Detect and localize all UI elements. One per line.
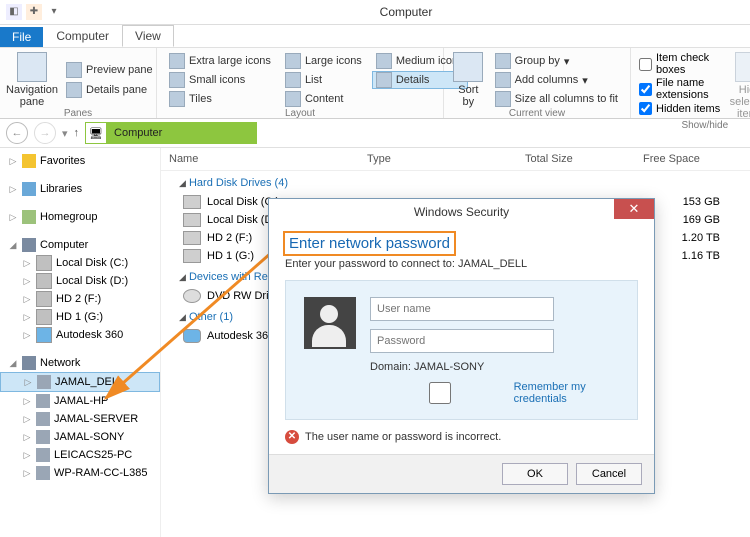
tree-drive[interactable]: ▷HD 1 (G:) bbox=[0, 308, 160, 326]
column-headers[interactable]: Name Type Total Size Free Space bbox=[161, 148, 750, 171]
group-by-button[interactable]: Group by ▾ bbox=[491, 52, 622, 70]
drive-icon bbox=[183, 195, 201, 209]
tree-network-pc[interactable]: ▷JAMAL-SONY bbox=[0, 428, 160, 446]
window-title: Computer bbox=[62, 5, 750, 19]
quick-access-toolbar: ◧ ✚ ▾ bbox=[0, 4, 62, 20]
password-input[interactable] bbox=[370, 329, 554, 353]
layout-tiles[interactable]: Tiles bbox=[165, 90, 275, 108]
drive-icon bbox=[183, 249, 201, 263]
recent-dropdown-icon[interactable]: ▾ bbox=[62, 127, 68, 140]
tree-network-pc[interactable]: ▷JAMAL-HP bbox=[0, 392, 160, 410]
tree-network-pc[interactable]: ▷JAMAL-SERVER bbox=[0, 410, 160, 428]
tree-drive[interactable]: ▷Local Disk (C:) bbox=[0, 254, 160, 272]
group-label-showhide: Show/hide bbox=[639, 120, 750, 131]
nav-toolbar: ← → ▾ ↑ 🖥 Computer bbox=[0, 119, 750, 148]
group-hdd[interactable]: ◢ Hard Disk Drives (4) bbox=[161, 171, 750, 193]
ribbon-tabs: File Computer View bbox=[0, 25, 750, 48]
hide-selected-button: Hide selected items bbox=[730, 52, 750, 120]
tree-libraries[interactable]: ▷Libraries bbox=[0, 180, 160, 198]
address-bar[interactable]: 🖥 Computer bbox=[85, 122, 257, 144]
tree-network-pc[interactable]: ▷WP-RAM-CC-L385 bbox=[0, 464, 160, 482]
error-message: ✕ The user name or password is incorrect… bbox=[285, 430, 638, 444]
check-hidden-items[interactable]: Hidden items bbox=[639, 102, 724, 115]
layout-small[interactable]: Small icons bbox=[165, 71, 275, 89]
forward-button[interactable]: → bbox=[34, 122, 56, 144]
domain-label: Domain: JAMAL-SONY bbox=[370, 361, 619, 373]
tree-favorites[interactable]: ▷Favorites bbox=[0, 152, 160, 170]
layout-large[interactable]: Large icons bbox=[281, 52, 366, 70]
tree-drive[interactable]: ▷Local Disk (D:) bbox=[0, 272, 160, 290]
group-label-panes: Panes bbox=[8, 108, 148, 119]
dialog-subtitle: Enter your password to connect to: JAMAL… bbox=[285, 258, 638, 270]
details-pane-button[interactable]: Details pane bbox=[62, 81, 157, 99]
ribbon: Navigation pane Preview pane Details pan… bbox=[0, 48, 750, 119]
navigation-pane-button[interactable]: Navigation pane bbox=[8, 52, 56, 108]
tab-computer[interactable]: Computer bbox=[43, 25, 122, 47]
qat-properties-icon[interactable]: ◧ bbox=[6, 4, 22, 20]
username-input[interactable] bbox=[370, 297, 554, 321]
back-button[interactable]: ← bbox=[6, 122, 28, 144]
computer-icon: 🖥 bbox=[86, 123, 106, 143]
col-type[interactable]: Type bbox=[359, 153, 517, 165]
breadcrumb-segment[interactable]: Computer bbox=[106, 123, 170, 143]
tree-homegroup[interactable]: ▷Homegroup bbox=[0, 208, 160, 226]
group-label-currentview: Current view bbox=[452, 108, 622, 119]
dvd-icon bbox=[183, 289, 201, 303]
check-item-checkboxes[interactable]: Item check boxes bbox=[639, 52, 724, 76]
preview-pane-button[interactable]: Preview pane bbox=[62, 61, 157, 79]
dialog-heading: Enter network password bbox=[285, 233, 454, 254]
layout-content[interactable]: Content bbox=[281, 90, 366, 108]
col-free[interactable]: Free Space bbox=[635, 153, 743, 165]
windows-security-dialog: Windows Security ✕ Enter network passwor… bbox=[268, 198, 655, 494]
navigation-tree[interactable]: ▷Favorites ▷Libraries ▷Homegroup ◢Comput… bbox=[0, 148, 161, 537]
group-label-layout: Layout bbox=[165, 108, 435, 119]
dialog-titlebar[interactable]: Windows Security ✕ bbox=[269, 199, 654, 225]
layout-list[interactable]: List bbox=[281, 71, 366, 89]
titlebar: ◧ ✚ ▾ Computer bbox=[0, 0, 750, 25]
size-columns-button[interactable]: Size all columns to fit bbox=[491, 90, 622, 108]
drive-icon bbox=[183, 213, 201, 227]
tab-view[interactable]: View bbox=[122, 25, 174, 47]
check-file-ext[interactable]: File name extensions bbox=[639, 77, 724, 101]
error-icon: ✕ bbox=[285, 430, 299, 444]
sort-by-button[interactable]: Sort by bbox=[452, 52, 485, 108]
qat-dropdown-icon[interactable]: ▾ bbox=[46, 4, 62, 20]
dialog-footer: OK Cancel bbox=[269, 454, 654, 493]
col-total[interactable]: Total Size bbox=[517, 153, 635, 165]
tree-computer[interactable]: ◢Computer bbox=[0, 236, 160, 254]
up-button[interactable]: ↑ bbox=[74, 127, 80, 139]
add-columns-button[interactable]: Add columns ▾ bbox=[491, 71, 622, 89]
cancel-button[interactable]: Cancel bbox=[576, 463, 642, 485]
tree-network-jamal-dell[interactable]: ▷JAMAL_DELL bbox=[0, 372, 160, 392]
drive-icon bbox=[183, 231, 201, 245]
remember-credentials-checkbox[interactable]: Remember my credentials bbox=[370, 381, 619, 405]
tree-network-pc[interactable]: ▷LEICACS25-PC bbox=[0, 446, 160, 464]
tree-drive[interactable]: ▷HD 2 (F:) bbox=[0, 290, 160, 308]
close-button[interactable]: ✕ bbox=[614, 199, 654, 219]
tree-network[interactable]: ◢Network bbox=[0, 354, 160, 372]
col-name[interactable]: Name bbox=[161, 153, 359, 165]
tree-drive[interactable]: ▷Autodesk 360 bbox=[0, 326, 160, 344]
cloud-icon bbox=[183, 329, 201, 343]
layout-extra-large[interactable]: Extra large icons bbox=[165, 52, 275, 70]
dialog-title: Windows Security bbox=[414, 205, 509, 219]
credential-panel: Domain: JAMAL-SONY Remember my credentia… bbox=[285, 280, 638, 420]
tab-file[interactable]: File bbox=[0, 27, 43, 47]
qat-newfolder-icon[interactable]: ✚ bbox=[26, 4, 42, 20]
avatar-icon bbox=[304, 297, 356, 349]
ok-button[interactable]: OK bbox=[502, 463, 568, 485]
